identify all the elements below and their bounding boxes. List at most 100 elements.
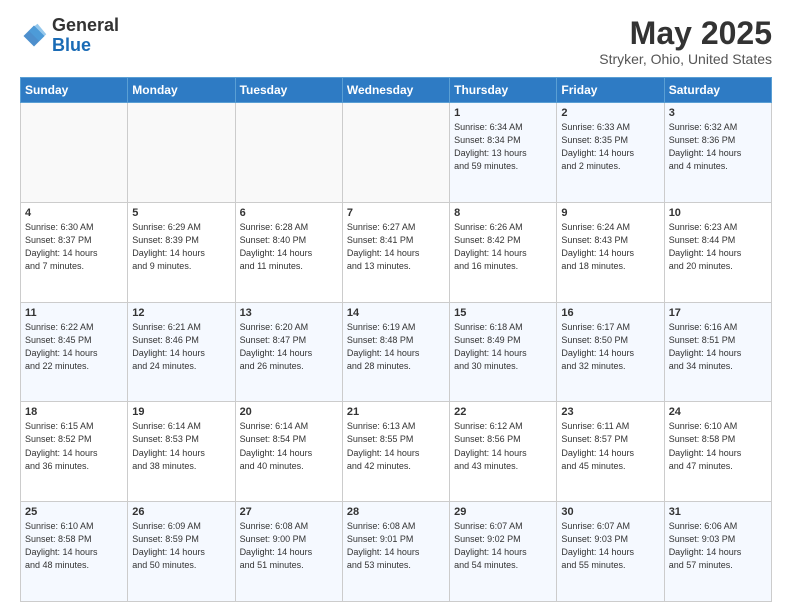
day-info: Sunrise: 6:26 AM Sunset: 8:42 PM Dayligh…: [454, 221, 552, 273]
day-cell-4-1: 26Sunrise: 6:09 AM Sunset: 8:59 PM Dayli…: [128, 502, 235, 602]
day-number: 31: [669, 506, 767, 518]
day-cell-1-6: 10 Sunrise: 6:23 AM Sunset: 8:44 PM Dayli…: [664, 202, 771, 302]
day-cell-0-5: 2 Sunrise: 6:33 AM Sunset: 8:35 PM Daylig…: [557, 103, 664, 203]
day-cell-3-0: 18 Sunrise: 6:15 AM Sunset: 8:52 PM Dayli…: [21, 402, 128, 502]
col-sunday: Sunday: [21, 78, 128, 103]
col-thursday: Thursday: [450, 78, 557, 103]
day-info: Sunrise: 6:07 AM Sunset: 9:03 PM Dayligh…: [561, 520, 659, 572]
page: General Blue May 2025 Stryker, Ohio, Uni…: [0, 0, 792, 612]
day-number: 13: [240, 307, 338, 319]
day-info: Sunrise: 6:12 AM Sunset: 8:56 PM Dayligh…: [454, 420, 552, 472]
day-cell-2-2: 13 Sunrise: 6:20 AM Sunset: 8:47 PM Dayli…: [235, 302, 342, 402]
day-number: 18: [25, 406, 123, 418]
day-info: Sunrise: 6:19 AM Sunset: 8:48 PM Dayligh…: [347, 321, 445, 373]
day-info: Sunrise: 6:32 AM Sunset: 8:36 PM Dayligh…: [669, 121, 767, 173]
day-number: 16: [561, 307, 659, 319]
logo: General Blue: [20, 16, 119, 56]
day-number: 15: [454, 307, 552, 319]
day-number: 23: [561, 406, 659, 418]
day-cell-0-1: [128, 103, 235, 203]
calendar-table: Sunday Monday Tuesday Wednesday Thursday…: [20, 77, 772, 602]
day-cell-3-5: 23 Sunrise: 6:11 AM Sunset: 8:57 PM Dayli…: [557, 402, 664, 502]
week-row-2: 4 Sunrise: 6:30 AM Sunset: 8:37 PM Daylig…: [21, 202, 772, 302]
day-number: 3: [669, 107, 767, 119]
col-friday: Friday: [557, 78, 664, 103]
day-cell-0-4: 1 Sunrise: 6:34 AM Sunset: 8:34 PM Daylig…: [450, 103, 557, 203]
week-row-5: 25Sunrise: 6:10 AM Sunset: 8:58 PM Dayli…: [21, 502, 772, 602]
day-cell-0-0: [21, 103, 128, 203]
day-info: Sunrise: 6:08 AM Sunset: 9:01 PM Dayligh…: [347, 520, 445, 572]
day-cell-4-0: 25Sunrise: 6:10 AM Sunset: 8:58 PM Dayli…: [21, 502, 128, 602]
day-info: Sunrise: 6:27 AM Sunset: 8:41 PM Dayligh…: [347, 221, 445, 273]
day-info: Sunrise: 6:10 AM Sunset: 8:58 PM Dayligh…: [669, 420, 767, 472]
day-cell-3-6: 24 Sunrise: 6:10 AM Sunset: 8:58 PM Dayli…: [664, 402, 771, 502]
day-number: 10: [669, 207, 767, 219]
day-info: Sunrise: 6:34 AM Sunset: 8:34 PM Dayligh…: [454, 121, 552, 173]
day-info: Sunrise: 6:14 AM Sunset: 8:54 PM Dayligh…: [240, 420, 338, 472]
subtitle: Stryker, Ohio, United States: [599, 51, 772, 67]
day-number: 29: [454, 506, 552, 518]
day-info: Sunrise: 6:18 AM Sunset: 8:49 PM Dayligh…: [454, 321, 552, 373]
day-number: 27: [240, 506, 338, 518]
day-number: 6: [240, 207, 338, 219]
day-info: Sunrise: 6:16 AM Sunset: 8:51 PM Dayligh…: [669, 321, 767, 373]
day-number: 25: [25, 506, 123, 518]
day-cell-1-2: 6Sunrise: 6:28 AM Sunset: 8:40 PM Daylig…: [235, 202, 342, 302]
day-cell-3-3: 21 Sunrise: 6:13 AM Sunset: 8:55 PM Dayli…: [342, 402, 449, 502]
day-cell-1-0: 4 Sunrise: 6:30 AM Sunset: 8:37 PM Daylig…: [21, 202, 128, 302]
day-number: 19: [132, 406, 230, 418]
day-info: Sunrise: 6:14 AM Sunset: 8:53 PM Dayligh…: [132, 420, 230, 472]
day-cell-2-5: 16 Sunrise: 6:17 AM Sunset: 8:50 PM Dayli…: [557, 302, 664, 402]
day-number: 28: [347, 506, 445, 518]
day-cell-1-4: 8 Sunrise: 6:26 AM Sunset: 8:42 PM Daylig…: [450, 202, 557, 302]
day-info: Sunrise: 6:29 AM Sunset: 8:39 PM Dayligh…: [132, 221, 230, 273]
col-wednesday: Wednesday: [342, 78, 449, 103]
day-cell-0-6: 3 Sunrise: 6:32 AM Sunset: 8:36 PM Daylig…: [664, 103, 771, 203]
day-info: Sunrise: 6:23 AM Sunset: 8:44 PM Dayligh…: [669, 221, 767, 273]
day-info: Sunrise: 6:20 AM Sunset: 8:47 PM Dayligh…: [240, 321, 338, 373]
week-row-1: 1 Sunrise: 6:34 AM Sunset: 8:34 PM Daylig…: [21, 103, 772, 203]
col-monday: Monday: [128, 78, 235, 103]
day-number: 17: [669, 307, 767, 319]
day-info: Sunrise: 6:17 AM Sunset: 8:50 PM Dayligh…: [561, 321, 659, 373]
day-info: Sunrise: 6:13 AM Sunset: 8:55 PM Dayligh…: [347, 420, 445, 472]
day-number: 2: [561, 107, 659, 119]
day-info: Sunrise: 6:11 AM Sunset: 8:57 PM Dayligh…: [561, 420, 659, 472]
day-number: 12: [132, 307, 230, 319]
day-cell-2-6: 17 Sunrise: 6:16 AM Sunset: 8:51 PM Dayli…: [664, 302, 771, 402]
day-info: Sunrise: 6:33 AM Sunset: 8:35 PM Dayligh…: [561, 121, 659, 173]
day-number: 1: [454, 107, 552, 119]
header: General Blue May 2025 Stryker, Ohio, Uni…: [20, 16, 772, 67]
day-cell-3-2: 20 Sunrise: 6:14 AM Sunset: 8:54 PM Dayli…: [235, 402, 342, 502]
col-tuesday: Tuesday: [235, 78, 342, 103]
day-info: Sunrise: 6:08 AM Sunset: 9:00 PM Dayligh…: [240, 520, 338, 572]
day-info: Sunrise: 6:30 AM Sunset: 8:37 PM Dayligh…: [25, 221, 123, 273]
day-cell-2-1: 12Sunrise: 6:21 AM Sunset: 8:46 PM Dayli…: [128, 302, 235, 402]
day-info: Sunrise: 6:09 AM Sunset: 8:59 PM Dayligh…: [132, 520, 230, 572]
day-info: Sunrise: 6:15 AM Sunset: 8:52 PM Dayligh…: [25, 420, 123, 472]
title-block: May 2025 Stryker, Ohio, United States: [599, 16, 772, 67]
main-title: May 2025: [599, 16, 772, 51]
day-number: 14: [347, 307, 445, 319]
day-cell-3-1: 19 Sunrise: 6:14 AM Sunset: 8:53 PM Dayli…: [128, 402, 235, 502]
day-number: 22: [454, 406, 552, 418]
day-number: 21: [347, 406, 445, 418]
day-number: 5: [132, 207, 230, 219]
day-number: 24: [669, 406, 767, 418]
day-cell-0-3: [342, 103, 449, 203]
day-number: 11: [25, 307, 123, 319]
day-info: Sunrise: 6:06 AM Sunset: 9:03 PM Dayligh…: [669, 520, 767, 572]
day-cell-4-5: 30Sunrise: 6:07 AM Sunset: 9:03 PM Dayli…: [557, 502, 664, 602]
day-number: 4: [25, 207, 123, 219]
day-info: Sunrise: 6:24 AM Sunset: 8:43 PM Dayligh…: [561, 221, 659, 273]
logo-icon: [20, 22, 48, 50]
day-cell-2-4: 15 Sunrise: 6:18 AM Sunset: 8:49 PM Dayli…: [450, 302, 557, 402]
day-cell-4-3: 28 Sunrise: 6:08 AM Sunset: 9:01 PM Dayli…: [342, 502, 449, 602]
week-row-3: 11Sunrise: 6:22 AM Sunset: 8:45 PM Dayli…: [21, 302, 772, 402]
day-cell-1-3: 7Sunrise: 6:27 AM Sunset: 8:41 PM Daylig…: [342, 202, 449, 302]
day-cell-1-5: 9Sunrise: 6:24 AM Sunset: 8:43 PM Daylig…: [557, 202, 664, 302]
day-number: 8: [454, 207, 552, 219]
day-cell-0-2: [235, 103, 342, 203]
day-number: 20: [240, 406, 338, 418]
logo-general-text: General: [52, 15, 119, 35]
